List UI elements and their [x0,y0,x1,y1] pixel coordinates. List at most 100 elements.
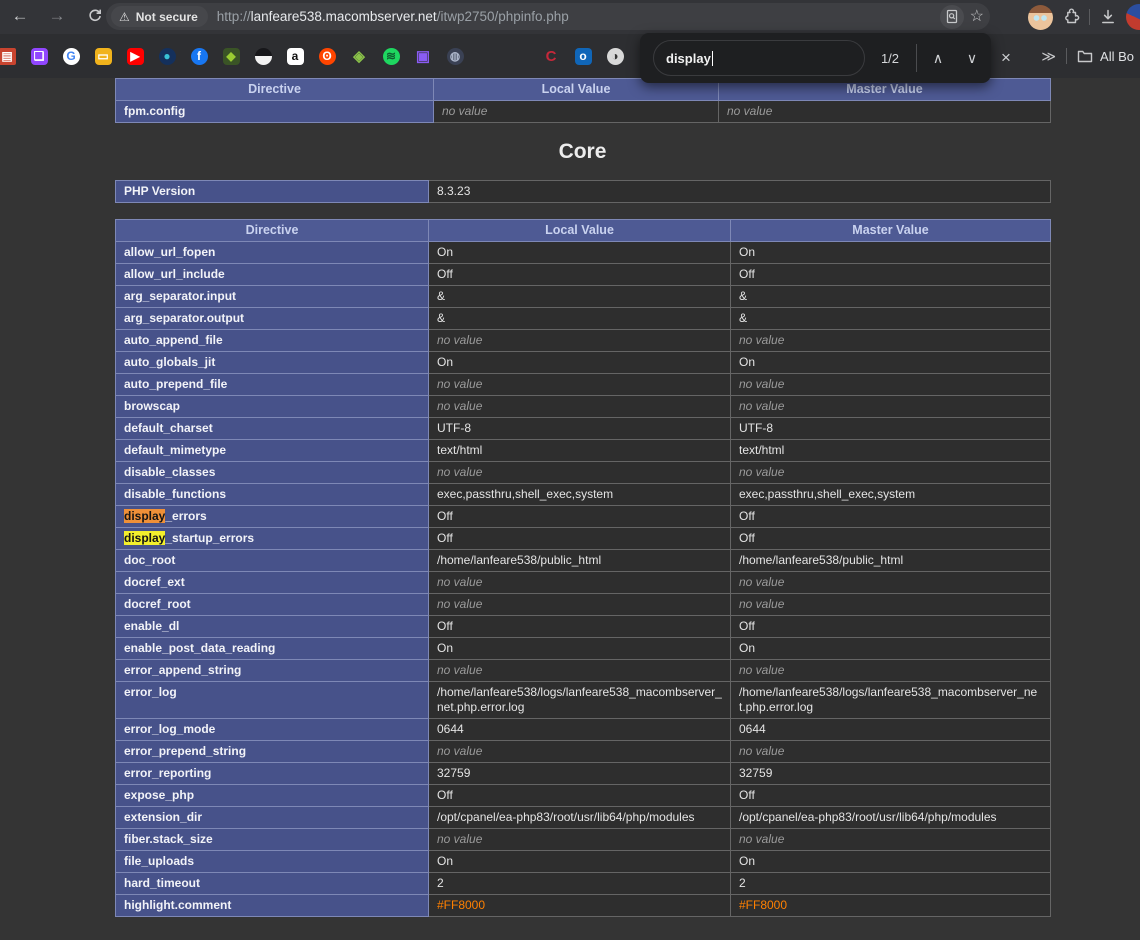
directive-cell: display_startup_errors [116,528,429,550]
column-header: Directive [116,79,434,101]
table-row: docref_rootno valueno value [116,594,1051,616]
bookmark-favicon-ms-grid-2[interactable] [503,41,535,71]
bookmark-favicon-shield-site[interactable]: ◆ [215,41,247,71]
bookmark-favicon-ms-grid-1[interactable] [471,41,503,71]
value-cell: no value [719,101,1051,123]
directive-cell: file_uploads [116,851,429,873]
directive-cell: error_log_mode [116,719,429,741]
value-cell: no value [429,594,731,616]
security-chip[interactable]: ⚠ Not secure [111,6,208,27]
directive-cell: expose_php [116,785,429,807]
bookmark-favicon-google-icon: G [63,48,80,65]
value-cell: Off [429,528,731,550]
value-cell: 2 [429,873,731,895]
find-query-text: display [666,51,711,66]
directive-cell: enable_post_data_reading [116,638,429,660]
value-cell: UTF-8 [731,418,1051,440]
bookmark-favicon-dark-globe[interactable]: ◍ [439,41,471,71]
directive-cell: extension_dir [116,807,429,829]
find-bar-divider [916,44,917,72]
star-icon: ☆ [970,8,984,25]
bookmarks-divider [1066,48,1067,64]
table-row: error_append_stringno valueno value [116,660,1051,682]
refresh-button[interactable] [81,2,109,30]
find-match-counter: 1/2 [872,33,908,83]
bookmark-favicon-light-globe-icon: ◑ [607,48,624,65]
bookmark-favicon-spotify[interactable]: ≋ [375,41,407,71]
extensions-icon[interactable] [1062,8,1080,26]
value-cell: no value [731,594,1051,616]
find-next-button[interactable]: ∨ [958,44,986,72]
bookmark-favicon-purple-squares[interactable]: ▣ [407,41,439,71]
bookmarks-overflow-button[interactable]: ≫ [1041,48,1056,65]
value-cell: no value [429,396,731,418]
forward-button[interactable]: → [43,2,71,30]
value-cell: On [731,851,1051,873]
address-bar[interactable]: ⚠ Not secure http://lanfeare538.macombse… [106,3,990,30]
value-cell: /home/lanfeare538/public_html [731,550,1051,572]
value-cell: no value [429,330,731,352]
bookmark-favicon-red-c-icon: C [543,48,560,65]
value-cell: no value [434,101,719,123]
bookmark-favicon-facebook[interactable]: f [183,41,215,71]
find-close-button[interactable]: × [992,44,1020,72]
value-cell: /home/lanfeare538/public_html [429,550,731,572]
bookmark-favicon-red-c[interactable]: C [535,41,567,71]
bookmark-favicon-outlook[interactable]: o [567,41,599,71]
bookmark-star-button[interactable]: ☆ [970,9,984,25]
directive-cell: disable_classes [116,462,429,484]
bookmark-favicon-amazon[interactable]: a [279,41,311,71]
table-row: docref_extno valueno value [116,572,1051,594]
search-page-button[interactable] [940,5,964,29]
bookmark-favicon-ms-grid-2-icon [511,48,528,65]
table-row: extension_dir/opt/cpanel/ea-php83/root/u… [116,807,1051,829]
value-cell: On [429,851,731,873]
value-cell: exec,passthru,shell_exec,system [731,484,1051,506]
bookmark-favicon-twitch[interactable]: ❑ [23,41,55,71]
value-cell: 0644 [429,719,731,741]
value-cell: no value [731,660,1051,682]
bookmark-favicon-photos[interactable]: ▤ [0,41,23,71]
bookmark-favicon-youtube[interactable]: ▶ [119,41,151,71]
value-cell: exec,passthru,shell_exec,system [429,484,731,506]
directive-cell: default_charset [116,418,429,440]
bookmark-favicon-yellow-site-icon: ▭ [95,48,112,65]
value-cell: 32759 [429,763,731,785]
back-button[interactable]: ← [6,2,34,30]
table-row: display_errorsOffOff [116,506,1051,528]
value-cell: 0644 [731,719,1051,741]
bookmark-favicon-dark-globe-icon: ◍ [447,48,464,65]
find-match-highlight: display [124,531,165,545]
forward-icon: → [49,6,66,26]
bookmark-favicon-google[interactable]: G [55,41,87,71]
value-cell: #FF8000 [429,895,731,917]
directive-cell: default_mimetype [116,440,429,462]
bookmark-favicon-light-globe[interactable]: ◑ [599,41,631,71]
table-row: highlight.comment#FF8000#FF8000 [116,895,1051,917]
find-previous-button[interactable]: ∧ [924,44,952,72]
bookmark-favicon-penguin-icon [255,48,272,65]
browser-toolbar: ← → ⚠ Not secure http://lanfeare538.maco… [0,0,1140,34]
value-cell: no value [429,741,731,763]
value-cell: /home/lanfeare538/logs/lanfeare538_macom… [731,682,1051,719]
value-cell: no value [731,396,1051,418]
bookmark-favicon-outlook-icon: o [575,48,592,65]
bookmark-favicon-green-cube[interactable]: ◈ [343,41,375,71]
table-row: error_reporting3275932759 [116,763,1051,785]
downloads-button[interactable] [1099,8,1117,26]
profile-avatar[interactable] [1126,4,1140,30]
table-row: error_prepend_stringno valueno value [116,741,1051,763]
bookmark-favicon-penguin[interactable] [247,41,279,71]
value-cell: & [429,308,731,330]
value-cell: Off [731,616,1051,638]
bookmark-favicon-yellow-site[interactable]: ▭ [87,41,119,71]
value-cell: text/html [429,440,731,462]
account-avatar[interactable] [1028,5,1053,30]
all-bookmarks-button[interactable]: All Bo [1077,49,1134,64]
back-icon: ← [12,6,29,26]
find-input[interactable]: display [653,40,865,76]
bookmark-favicon-game-site[interactable]: ● [151,41,183,71]
bookmark-favicon-reddit[interactable]: ʘ [311,41,343,71]
table-row: default_charsetUTF-8UTF-8 [116,418,1051,440]
directive-cell: doc_root [116,550,429,572]
